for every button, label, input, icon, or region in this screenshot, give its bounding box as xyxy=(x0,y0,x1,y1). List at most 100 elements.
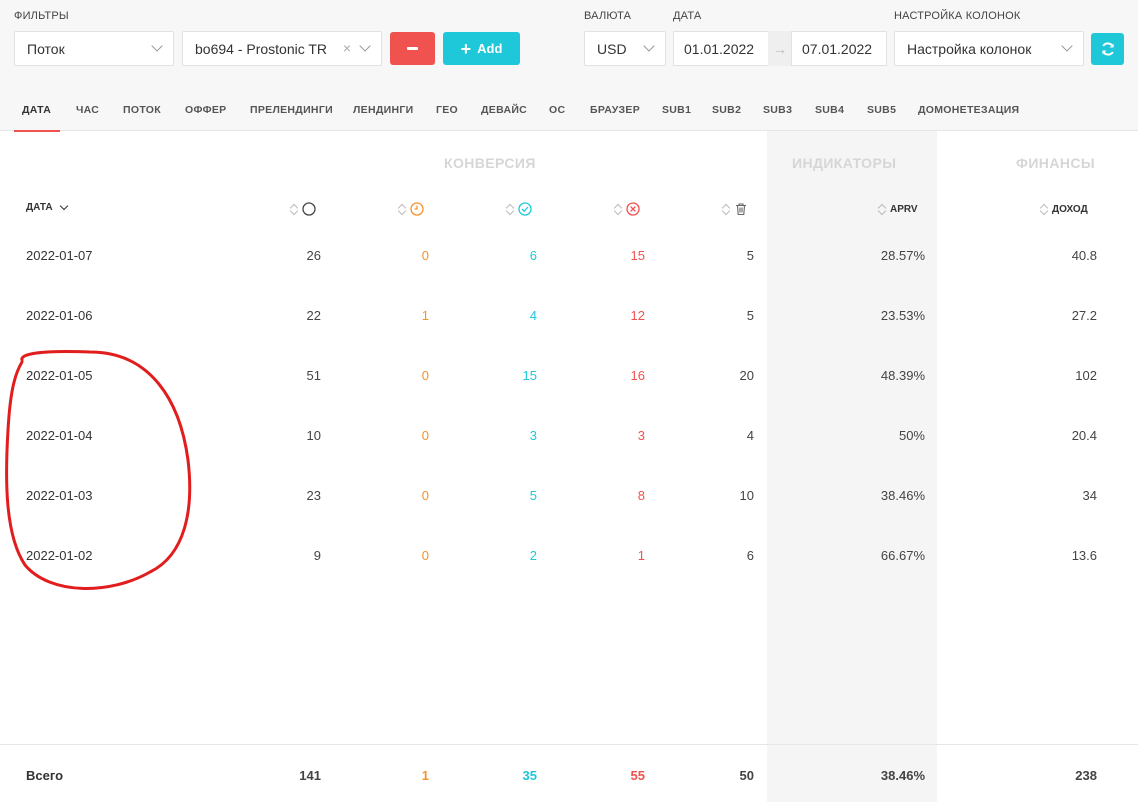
totals-divider xyxy=(0,744,1138,745)
column-header-date[interactable]: ДАТА xyxy=(26,201,68,213)
offer-select[interactable]: bo694 - Prostonic TR × xyxy=(182,31,382,66)
aprv-header-label: APRV xyxy=(890,203,918,215)
minus-icon xyxy=(407,47,418,50)
sort-icon xyxy=(878,202,886,216)
cell-total: 51 xyxy=(306,368,321,383)
total-income: 238 xyxy=(1075,768,1097,783)
tab-device[interactable]: ДЕВАЙС xyxy=(481,104,527,116)
stream-select[interactable]: Поток xyxy=(14,31,174,66)
column-header-approved[interactable] xyxy=(506,202,532,216)
cell-hold: 0 xyxy=(421,548,429,563)
grouping-tabs: ДАТА ЧАС ПОТОК ОФФЕР ПРЕЛЕНДИНГИ ЛЕНДИНГ… xyxy=(0,96,1138,132)
chevron-down-icon xyxy=(151,40,163,52)
column-header-trash[interactable] xyxy=(722,202,748,216)
arrow-right-icon: → xyxy=(768,31,792,66)
cell-rejected: 15 xyxy=(630,248,645,263)
cell-hold: 0 xyxy=(421,248,429,263)
group-indicators: ИНДИКАТОРЫ xyxy=(792,155,897,171)
cell-income: 102 xyxy=(1075,368,1097,383)
sort-icon xyxy=(398,202,406,216)
column-header-hold[interactable] xyxy=(398,202,424,216)
active-tab-indicator xyxy=(14,130,60,132)
column-header-income[interactable]: ДОХОД xyxy=(1040,202,1088,216)
sort-icon xyxy=(722,202,730,216)
tab-browser[interactable]: БРАУЗЕР xyxy=(590,104,640,116)
cell-total: 22 xyxy=(306,308,321,323)
cell-income: 20.4 xyxy=(1071,428,1097,443)
circle-icon xyxy=(302,202,316,216)
cell-trash: 6 xyxy=(746,548,754,563)
cell-rejected: 16 xyxy=(630,368,645,383)
cell-aprv: 50% xyxy=(898,428,925,443)
filters-label: ФИЛЬТРЫ xyxy=(14,10,69,22)
column-header-total[interactable] xyxy=(290,202,316,216)
remove-filter-button[interactable] xyxy=(390,32,435,65)
totals-row: Всего 141 1 35 55 50 38.46% 238 xyxy=(0,768,1138,788)
columns-setup-value: Настройка колонок xyxy=(907,40,1032,57)
sort-icon xyxy=(1040,202,1048,216)
date-from-input[interactable]: 01.01.2022 xyxy=(673,31,769,66)
tab-hour[interactable]: ЧАС xyxy=(76,104,99,116)
cell-aprv: 23.53% xyxy=(880,308,925,323)
currency-select[interactable]: USD xyxy=(584,31,666,66)
income-header-label: ДОХОД xyxy=(1052,203,1088,215)
add-filter-button[interactable]: + Add xyxy=(443,32,520,65)
date-header-label: ДАТА xyxy=(26,202,53,213)
stream-select-value: Поток xyxy=(27,40,65,57)
cell-rejected: 8 xyxy=(637,488,645,503)
clear-icon[interactable]: × xyxy=(343,40,351,56)
tab-sub1[interactable]: SUB1 xyxy=(662,104,691,116)
total-hold: 1 xyxy=(421,768,429,783)
red-circle-annotation xyxy=(5,350,192,590)
table-row: 2022-01-07 26 0 6 15 5 28.57% 40.8 xyxy=(0,248,1138,268)
tab-sub3[interactable]: SUB3 xyxy=(763,104,792,116)
tab-sub2[interactable]: SUB2 xyxy=(712,104,741,116)
totals-label: Всего xyxy=(26,768,64,783)
tab-prelandings[interactable]: ПРЕЛЕНДИНГИ xyxy=(250,104,333,116)
cell-total: 26 xyxy=(306,248,321,263)
total-aprv: 38.46% xyxy=(880,768,925,783)
tab-os[interactable]: ОС xyxy=(549,104,565,116)
chevron-down-icon xyxy=(643,40,655,52)
columns-setup-select[interactable]: Настройка колонок xyxy=(894,31,1084,66)
tab-geo[interactable]: ГЕО xyxy=(436,104,458,116)
total-rejected: 55 xyxy=(630,768,645,783)
trash-icon xyxy=(736,203,746,216)
add-button-label: Add xyxy=(477,41,503,56)
cell-total: 9 xyxy=(313,548,321,563)
plus-icon: + xyxy=(460,38,472,59)
column-header-rejected[interactable] xyxy=(614,202,640,216)
cell-aprv: 38.46% xyxy=(880,488,925,503)
tab-sub4[interactable]: SUB4 xyxy=(815,104,844,116)
cell-hold: 1 xyxy=(421,308,429,323)
cell-income: 13.6 xyxy=(1071,548,1097,563)
date-to-input[interactable]: 07.01.2022 xyxy=(791,31,887,66)
tab-landings[interactable]: ЛЕНДИНГИ xyxy=(353,104,413,116)
cell-approved: 4 xyxy=(529,308,537,323)
group-finance: ФИНАНСЫ xyxy=(1016,155,1095,171)
cell-income: 27.2 xyxy=(1071,308,1097,323)
cell-approved: 2 xyxy=(529,548,537,563)
indicators-column-bg xyxy=(767,131,937,802)
cell-total: 10 xyxy=(306,428,321,443)
tab-demonetization[interactable]: ДОМОНЕТЕЗАЦИЯ xyxy=(918,104,1019,116)
cell-total: 23 xyxy=(306,488,321,503)
cell-income: 34 xyxy=(1082,488,1097,503)
cell-hold: 0 xyxy=(421,488,429,503)
chevron-down-icon xyxy=(1061,40,1073,52)
cell-aprv: 66.67% xyxy=(880,548,925,563)
sort-icon xyxy=(290,202,298,216)
tab-sub5[interactable]: SUB5 xyxy=(867,104,896,116)
group-conversion: КОНВЕРСИЯ xyxy=(444,155,536,171)
cell-rejected: 1 xyxy=(637,548,645,563)
total-total: 141 xyxy=(299,768,321,783)
total-trash: 50 xyxy=(739,768,754,783)
cell-trash: 10 xyxy=(739,488,754,503)
column-header-aprv[interactable]: APRV xyxy=(878,202,918,216)
tab-stream[interactable]: ПОТОК xyxy=(123,104,161,116)
tab-date[interactable]: ДАТА xyxy=(22,104,51,116)
cell-rejected: 3 xyxy=(637,428,645,443)
refresh-button[interactable] xyxy=(1091,33,1124,65)
tab-offer[interactable]: ОФФЕР xyxy=(185,104,226,116)
cell-approved: 3 xyxy=(529,428,537,443)
